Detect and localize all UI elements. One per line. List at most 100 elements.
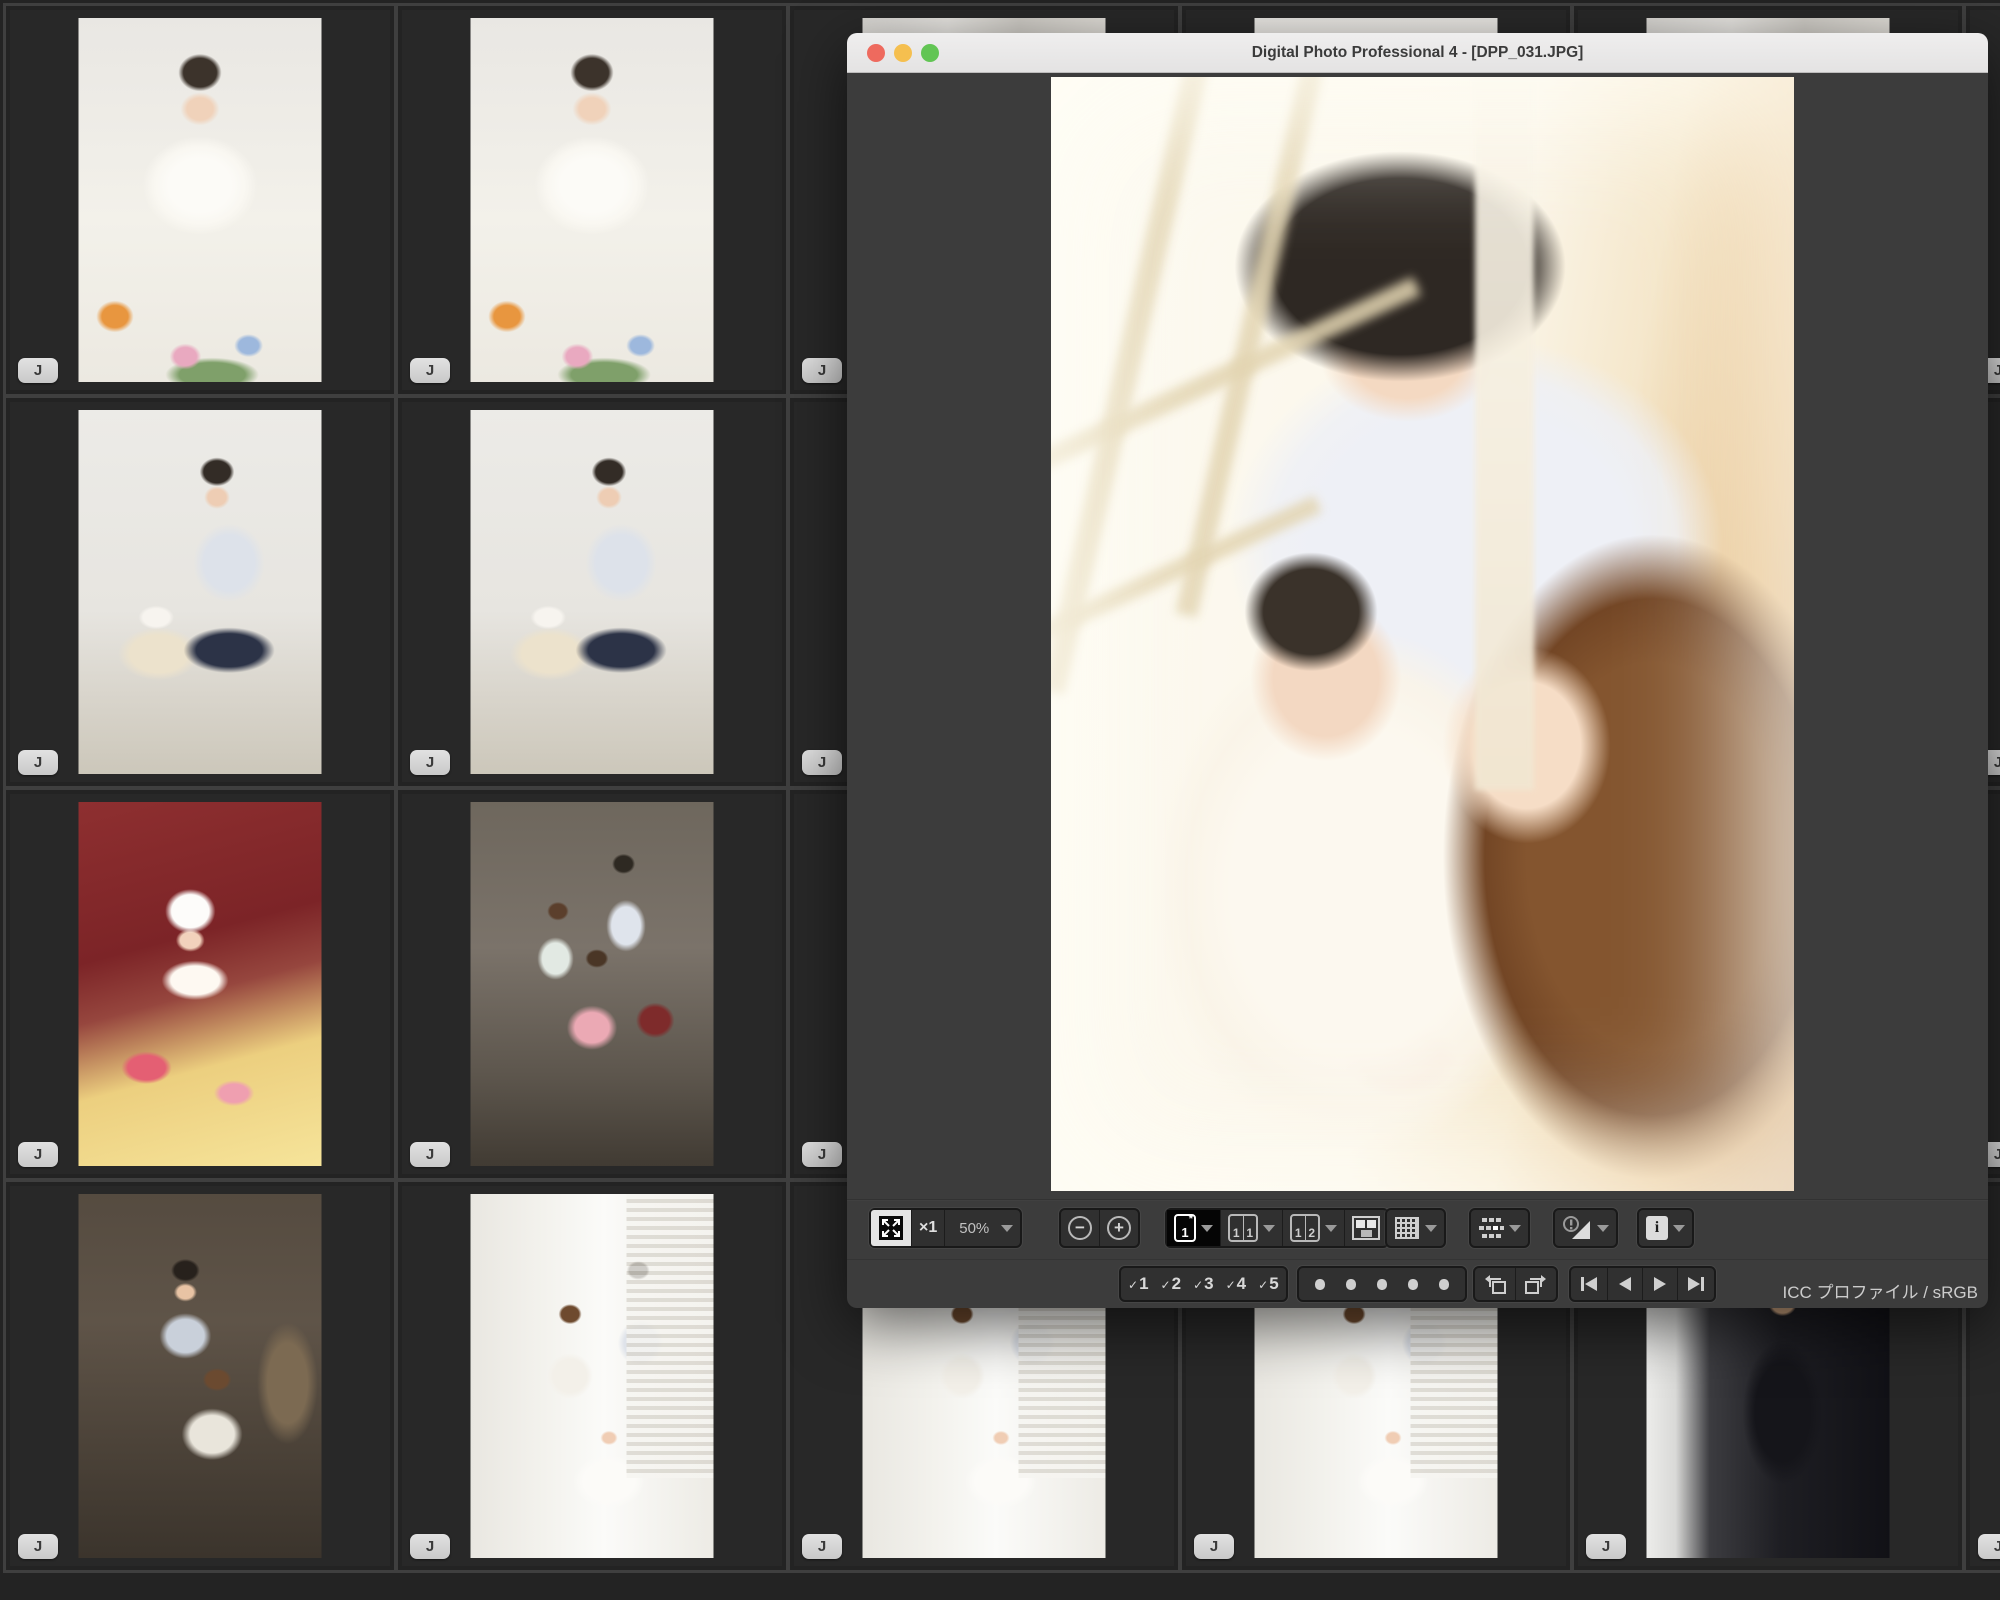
jpeg-badge: J	[18, 358, 58, 383]
thumbnail-cell[interactable]: J	[402, 794, 782, 1174]
chevron-down-icon	[1597, 1225, 1609, 1232]
check5-button[interactable]: ✓5	[1258, 1274, 1279, 1294]
next-image-icon	[1650, 1274, 1670, 1294]
viewer-window: Digital Photo Professional 4 - [DPP_031.…	[847, 33, 1988, 1308]
grid-icon	[1394, 1216, 1420, 1240]
rating-dot-3[interactable]	[1377, 1279, 1387, 1290]
jpeg-badge: J	[410, 1534, 450, 1559]
check1-button[interactable]: ✓1	[1128, 1274, 1158, 1294]
single-image-view-button[interactable]: *1	[1167, 1210, 1221, 1246]
previous-image-icon	[1615, 1274, 1635, 1294]
toolbar-divider	[847, 1199, 1988, 1201]
jpeg-badge: J	[802, 1142, 842, 1167]
chevron-down-icon	[1425, 1225, 1437, 1232]
split-view-icon: 12	[1290, 1214, 1320, 1242]
chevron-down-icon	[1325, 1225, 1337, 1232]
chevron-down-icon	[1001, 1225, 1013, 1232]
thumbnail-cell[interactable]: J	[402, 10, 782, 390]
jpeg-badge: J	[410, 1142, 450, 1167]
thumbnail-photo	[79, 18, 322, 382]
rotate-left-button[interactable]	[1475, 1268, 1516, 1300]
window-mullion	[1051, 277, 1421, 477]
compare-view-button[interactable]: 11	[1221, 1210, 1283, 1246]
split-view-button[interactable]: 12	[1283, 1210, 1345, 1246]
check3-button[interactable]: ✓3	[1193, 1274, 1223, 1294]
thumbnail-photo	[471, 410, 714, 774]
grid-view-button[interactable]	[1387, 1210, 1444, 1246]
rotate-right-button[interactable]	[1516, 1268, 1556, 1300]
jpeg-badge: J	[18, 1142, 58, 1167]
jpeg-badge: J	[802, 1534, 842, 1559]
thumbnail-photo	[471, 18, 714, 382]
next-image-button[interactable]	[1643, 1268, 1678, 1300]
rotate-left-icon	[1482, 1272, 1508, 1296]
multi-layout-icon	[1352, 1214, 1380, 1242]
rotate-right-icon	[1523, 1272, 1549, 1296]
info-button[interactable]: i	[1639, 1210, 1692, 1246]
chevron-down-icon	[1673, 1225, 1685, 1232]
zoom-out-button[interactable]: −	[1061, 1210, 1100, 1246]
thumbnail-photo	[471, 802, 714, 1166]
thumbnail-rows-button[interactable]	[1471, 1210, 1528, 1246]
preview-photo[interactable]	[1051, 77, 1794, 1191]
rating-dot-1[interactable]	[1315, 1279, 1325, 1290]
check-icon: ✓	[1226, 1278, 1236, 1292]
fit-to-window-button[interactable]	[871, 1210, 912, 1246]
thumbnail-rows-icon	[1478, 1216, 1504, 1240]
window-title: Digital Photo Professional 4 - [DPP_031.…	[847, 33, 1988, 73]
chevron-down-icon	[1509, 1225, 1521, 1232]
actual-size-button[interactable]: ×1	[912, 1210, 945, 1246]
rating-dot-4[interactable]	[1408, 1279, 1418, 1290]
titlebar[interactable]: Digital Photo Professional 4 - [DPP_031.…	[847, 33, 1988, 73]
first-image-icon	[1578, 1274, 1600, 1294]
window-mullion	[1051, 77, 1219, 695]
thumbnail-cell[interactable]: J	[10, 794, 390, 1174]
previous-image-button[interactable]	[1608, 1268, 1643, 1300]
icc-profile-label: ICC プロファイル / sRGB	[1782, 1278, 1978, 1303]
check-icon: ✓	[1128, 1278, 1138, 1292]
jpeg-badge: J	[802, 750, 842, 775]
rating-dots	[1299, 1268, 1465, 1300]
window-mullion	[1176, 77, 1335, 617]
fit-to-window-icon	[878, 1215, 904, 1241]
check-icon: ✓	[1193, 1278, 1203, 1292]
jpeg-badge: J	[18, 1534, 58, 1559]
zoom-level-value: 50%	[952, 1220, 996, 1237]
thumbnail-cell[interactable]: J	[402, 402, 782, 782]
thumbnail-photo	[471, 1194, 714, 1558]
thumbnail-cell[interactable]: J	[10, 1186, 390, 1566]
thumbnail-photo	[79, 802, 322, 1166]
thumbnail-cell[interactable]: J	[402, 1186, 782, 1566]
jpeg-badge: J	[1194, 1534, 1234, 1559]
highlight-warning-icon	[1562, 1215, 1592, 1241]
jpeg-badge: J	[18, 750, 58, 775]
multi-layout-button[interactable]	[1345, 1210, 1387, 1246]
rating-dot-2[interactable]	[1346, 1279, 1356, 1290]
thumbnail-cell[interactable]: J	[10, 10, 390, 390]
wall-pillar	[1475, 77, 1534, 790]
thumbnail-cell[interactable]: J	[10, 402, 390, 782]
check-icon: ✓	[1258, 1278, 1268, 1292]
jpeg-badge: J	[410, 358, 450, 383]
compare-view-icon: 11	[1228, 1214, 1258, 1242]
chevron-down-icon	[1201, 1225, 1213, 1232]
check-mark-buttons: ✓1 ✓2 ✓3 ✓4 ✓5	[1121, 1268, 1286, 1300]
single-view-icon: *1	[1174, 1214, 1196, 1242]
jpeg-badge: J	[410, 750, 450, 775]
thumbnail-photo	[79, 410, 322, 774]
check2-button[interactable]: ✓2	[1161, 1274, 1191, 1294]
first-image-button[interactable]	[1571, 1268, 1608, 1300]
zoom-level-dropdown[interactable]: 50%	[945, 1210, 1020, 1246]
check4-button[interactable]: ✓4	[1226, 1274, 1256, 1294]
highlight-warning-button[interactable]	[1555, 1210, 1616, 1246]
rating-dot-5[interactable]	[1439, 1279, 1449, 1290]
thumbnail-photo	[79, 1194, 322, 1558]
zoom-in-button[interactable]: +	[1100, 1210, 1138, 1246]
jpeg-badge: J	[802, 358, 842, 383]
viewer-toolbar: ×1 50% − + *1 11 12	[847, 1208, 1988, 1248]
chevron-down-icon	[1263, 1225, 1275, 1232]
last-image-icon	[1685, 1274, 1707, 1294]
jpeg-badge: J	[1978, 1534, 2000, 1559]
last-image-button[interactable]	[1678, 1268, 1714, 1300]
check-icon: ✓	[1161, 1278, 1171, 1292]
